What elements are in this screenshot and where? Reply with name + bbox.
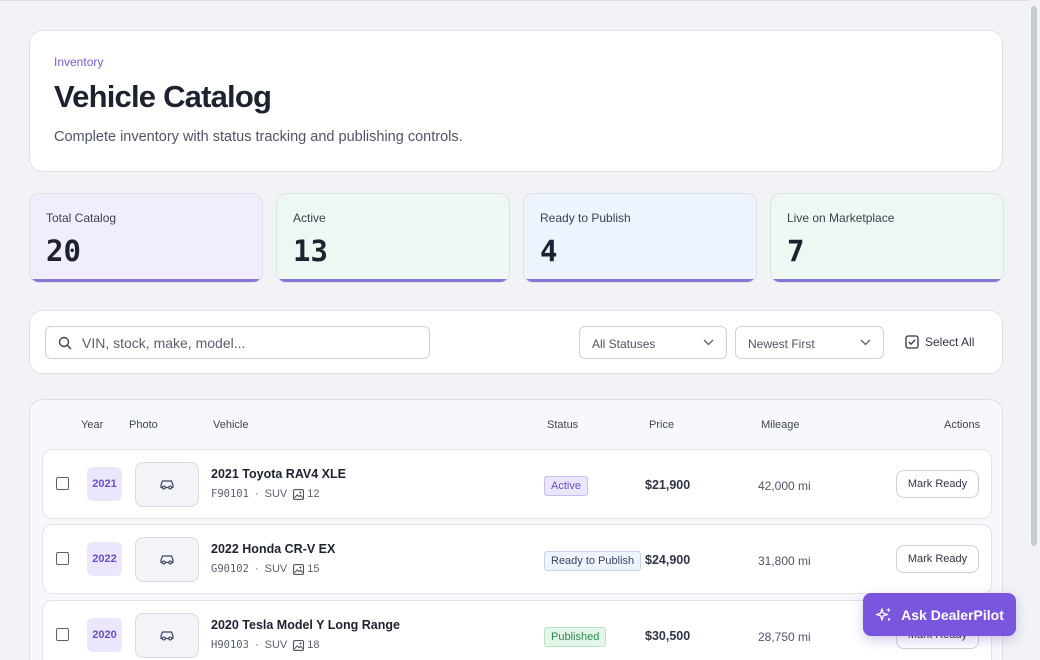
table-row[interactable]: 2022 2022 Honda CR-V EX G90102 · SUV 15 … <box>42 524 992 594</box>
year-badge: 2021 <box>87 467 122 501</box>
photo-count: 15 <box>293 563 319 575</box>
stat-card-live-on-marketplace: Live on Marketplace 7 <box>770 193 1004 283</box>
row-checkbox[interactable] <box>56 628 69 641</box>
photo-count-value: 18 <box>307 639 320 651</box>
stock-number: F90101 <box>211 488 249 500</box>
stat-label: Ready to Publish <box>540 211 631 225</box>
stat-accent-bar <box>524 279 756 282</box>
vehicle-mileage: 42,000 mi <box>758 479 811 493</box>
status-badge: Ready to Publish <box>544 551 642 571</box>
row-checkbox[interactable] <box>56 477 69 490</box>
stat-card-active: Active 13 <box>276 193 510 283</box>
column-header-year: Year <box>81 419 104 431</box>
stock-number: H90103 <box>211 639 249 651</box>
ask-assistant-button[interactable]: Ask DealerPilot <box>863 593 1016 636</box>
column-header-status: Status <box>547 419 579 431</box>
stat-label: Total Catalog <box>46 211 117 225</box>
mark-ready-button[interactable]: Mark Ready <box>896 545 979 573</box>
table-row[interactable]: 2021 2021 Toyota RAV4 XLE F90101 · SUV 1… <box>42 449 992 519</box>
stat-value: 13 <box>293 234 328 268</box>
search-input[interactable] <box>82 327 422 358</box>
vehicle-photo-placeholder[interactable] <box>135 537 199 582</box>
vehicle-photo-placeholder[interactable] <box>135 462 199 507</box>
row-checkbox[interactable] <box>56 552 69 565</box>
column-header-photo: Photo <box>129 419 158 431</box>
vehicle-mileage: 28,750 mi <box>758 630 811 644</box>
stat-label: Live on Marketplace <box>787 211 895 225</box>
meta-separator: · <box>254 639 259 651</box>
top-divider <box>0 0 1028 1</box>
column-header-price: Price <box>649 419 675 431</box>
photo-count: 12 <box>293 488 319 500</box>
filter-bar: All Statuses Newest First Select All <box>29 310 1003 374</box>
vehicle-photo-placeholder[interactable] <box>135 613 199 658</box>
image-icon <box>293 563 305 575</box>
vehicle-meta: G90102 · SUV 15 <box>211 563 319 575</box>
status-filter-value: All Statuses <box>592 337 656 351</box>
car-icon <box>160 555 174 565</box>
page-header: Inventory Vehicle Catalog Complete inven… <box>29 30 1003 172</box>
photo-count: 18 <box>293 639 319 651</box>
car-icon <box>160 480 174 490</box>
ask-assistant-label: Ask DealerPilot <box>901 606 1004 623</box>
year-badge: 2022 <box>87 542 122 576</box>
status-badge: Published <box>544 627 607 647</box>
sort-value: Newest First <box>748 337 815 351</box>
stat-accent-bar <box>277 279 509 282</box>
select-all-button[interactable]: Select All <box>905 335 974 349</box>
vehicle-price: $30,500 <box>645 629 691 643</box>
photo-count-value: 12 <box>307 488 320 500</box>
stat-card-total-catalog: Total Catalog 20 <box>29 193 263 283</box>
stat-value: 7 <box>787 234 805 268</box>
vehicle-meta: F90101 · SUV 12 <box>211 488 319 500</box>
checkbox-checked-icon <box>905 335 919 349</box>
status-badge: Active <box>544 476 588 496</box>
photo-count-value: 15 <box>307 563 320 575</box>
stat-value: 20 <box>46 234 81 268</box>
sparkles-icon <box>875 607 892 621</box>
sort-select[interactable]: Newest First <box>735 326 884 359</box>
vehicle-name: 2022 Honda CR-V EX <box>211 542 336 556</box>
vehicle-meta: H90103 · SUV 18 <box>211 639 319 651</box>
scrollbar[interactable] <box>1028 0 1040 660</box>
column-header-actions: Actions <box>944 419 981 431</box>
year-badge: 2020 <box>87 618 122 652</box>
vehicle-name: 2020 Tesla Model Y Long Range <box>211 618 400 632</box>
body-type: SUV <box>264 488 288 500</box>
stat-card-ready-to-publish: Ready to Publish 4 <box>523 193 757 283</box>
image-icon <box>293 488 305 500</box>
chevron-down-icon <box>860 339 871 346</box>
vehicle-name: 2021 Toyota RAV4 XLE <box>211 467 346 481</box>
meta-separator: · <box>254 563 259 575</box>
mark-ready-button[interactable]: Mark Ready <box>896 470 979 498</box>
vehicle-mileage: 31,800 mi <box>758 554 811 568</box>
vehicle-price: $21,900 <box>645 478 691 492</box>
stat-label: Active <box>293 211 326 225</box>
search-icon <box>58 336 72 350</box>
column-header-mileage: Mileage <box>761 419 800 431</box>
table-row[interactable]: 2020 2020 Tesla Model Y Long Range H9010… <box>42 600 992 660</box>
stock-number: G90102 <box>211 563 249 575</box>
search-box[interactable] <box>45 326 430 359</box>
car-icon <box>160 631 174 641</box>
vehicle-table: Year Photo Vehicle Status Price Mileage … <box>29 399 1003 660</box>
body-type: SUV <box>264 639 288 651</box>
breadcrumb: Inventory <box>54 55 104 69</box>
vehicle-price: $24,900 <box>645 553 691 567</box>
chevron-down-icon <box>703 339 714 346</box>
column-header-vehicle: Vehicle <box>213 419 249 431</box>
body-type: SUV <box>264 563 288 575</box>
image-icon <box>293 639 305 651</box>
stat-accent-bar <box>30 279 262 282</box>
stat-value: 4 <box>540 234 558 268</box>
select-all-label: Select All <box>925 335 975 349</box>
page-subtitle: Complete inventory with status tracking … <box>54 129 463 145</box>
page-title: Vehicle Catalog <box>54 79 272 114</box>
meta-separator: · <box>254 488 259 500</box>
stat-accent-bar <box>771 279 1003 282</box>
status-filter-select[interactable]: All Statuses <box>579 326 727 359</box>
scrollbar-thumb[interactable] <box>1031 6 1037 546</box>
